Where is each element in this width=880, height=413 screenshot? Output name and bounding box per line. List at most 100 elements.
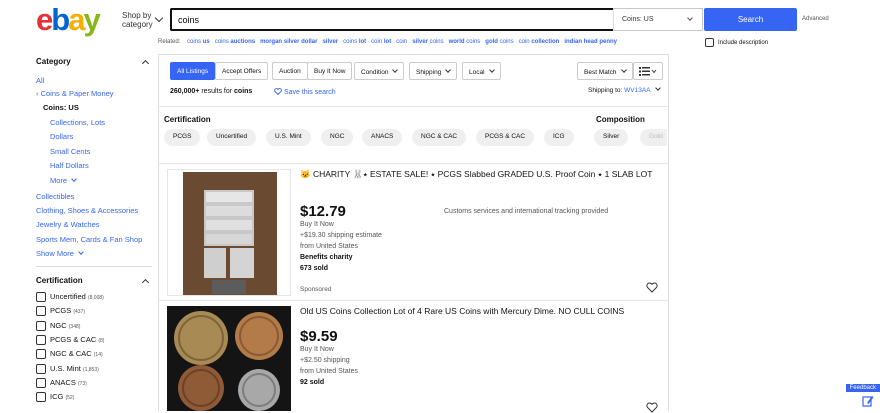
sidebar-item-sports[interactable]: Sports Mem, Cards & Fan Shop [36,235,142,244]
certification-chip[interactable]: ANACS [362,129,403,146]
ebay-logo[interactable]: ebay [36,2,101,37]
feedback-button[interactable]: Feedback [845,384,880,392]
related-search-link[interactable]: coins auctions [215,39,255,45]
related-search-link[interactable]: coin lot [371,39,391,45]
category-select-value: Coins: US [622,16,654,23]
sidebar-item-jewelry[interactable]: Jewelry & Watches [36,220,100,229]
certification-filter-item[interactable]: Uncertified (8,008) [36,292,104,303]
sidebar-subitem[interactable]: Collections, Lots [50,118,105,127]
related-search-link[interactable]: morgan silver dollar [260,39,317,45]
certification-filter-item[interactable]: NGC (348) [36,321,80,331]
related-search-link[interactable]: world coins [449,39,481,45]
category-select[interactable]: Coins: US [613,8,703,31]
certification-filter-item[interactable]: U.S. Mint (1,853) [36,364,99,374]
listing-image[interactable] [167,169,291,296]
listing-title[interactable]: 🐱 CHARITY 🐰⭑ ESTATE SALE! ⭑ PCGS Slabbed… [300,169,662,180]
related-text-bold: gold [485,39,498,45]
certification-chip[interactable]: Uncertified [207,129,257,146]
shop-by-category-button[interactable]: Shop by category [122,11,153,29]
composition-chip[interactable]: Gold [640,129,667,146]
related-text: coins [464,39,481,45]
chevron-down-icon [445,67,452,73]
certification-chip[interactable]: NGC & CAC [412,129,467,146]
sidebar-subitem[interactable]: Small Cents [50,147,90,156]
related-text-bold: indian head penny [564,39,618,45]
shop-by-label: Shop by [122,11,152,20]
chevron-down-icon [620,67,627,73]
filter-count: (14) [93,352,103,359]
certification-filter-item[interactable]: PCGS & CAC (8) [36,335,104,345]
divider [158,163,669,164]
feedback-edit-icon[interactable] [861,394,875,408]
sidebar-item-clothing[interactable]: Clothing, Shoes & Accessories [36,206,138,215]
listing-format: Buy It Now [300,346,334,353]
advanced-search-link[interactable]: Advanced [802,16,829,22]
tab-buy-it-now[interactable]: Buy It Now [307,62,353,80]
tab-accept-offers[interactable]: Accept Offers [215,62,269,80]
sidebar-more-link[interactable]: More [50,176,77,185]
logo-letter: y [83,2,100,37]
related-search-link[interactable]: coin collection [519,39,560,45]
watch-heart-icon[interactable] [646,282,658,293]
sidebar-item-all[interactable]: All [36,76,44,85]
chevron-down-icon[interactable] [154,13,164,23]
sidebar-item-coins-paper-money[interactable]: ‹ Coins & Paper Money [36,89,114,98]
certification-chip[interactable]: PCGS & CAC [476,129,535,146]
checkbox-icon[interactable] [36,292,46,303]
listing-title[interactable]: Old US Coins Collection Lot of 4 Rare US… [300,306,662,317]
certification-chip[interactable]: NGC [321,129,354,146]
checkbox-icon[interactable] [36,392,46,403]
related-text: coins [427,39,444,45]
related-search-link[interactable]: coin [396,39,407,45]
search-button[interactable]: Search [704,8,797,31]
listing-image[interactable] [167,306,291,411]
checkbox-icon[interactable] [36,363,46,374]
related-search-link[interactable]: coins lot [343,39,366,45]
collapse-caret-icon[interactable] [141,59,150,68]
listing-sold-count: 673 sold [300,265,329,272]
certification-filter-item[interactable]: ANACS (73) [36,378,87,388]
sort-dropdown[interactable]: Best Match [577,62,633,80]
tab-all-listings[interactable]: All Listings [170,62,216,80]
collapse-caret-icon[interactable] [141,278,150,287]
checkbox-icon[interactable] [36,334,46,345]
checkbox-icon[interactable] [36,349,46,360]
save-search-link[interactable]: Save this search [274,88,336,96]
sidebar-subitem[interactable]: Half Dollars [50,161,89,170]
related-search-link[interactable]: silver coins [412,39,443,45]
shipping-dropdown[interactable]: Shipping [409,62,458,80]
related-search-link[interactable]: gold coins [485,39,513,45]
watch-heart-icon[interactable] [646,402,658,413]
sidebar-item-collectibles[interactable]: Collectibles [36,192,74,201]
shipping-to-postcode[interactable]: WV13AA [624,87,650,94]
tab-auction[interactable]: Auction [272,62,308,80]
search-input[interactable] [170,8,613,31]
checkbox-icon[interactable] [705,38,714,47]
certification-filter-item[interactable]: NGC & CAC (14) [36,349,103,360]
filter-label: ICG [50,392,64,402]
view-toggle-button[interactable] [633,62,663,80]
shipping-to[interactable]: Shipping to: WV13AA [588,85,661,94]
checkbox-icon[interactable] [36,320,46,331]
condition-dropdown[interactable]: Condition [354,62,405,80]
logo-letter: a [68,2,85,37]
certification-chip[interactable]: PCGS [164,129,201,146]
related-search-link[interactable]: indian head penny [564,39,617,45]
certification-chip[interactable]: U.S. Mint [266,129,311,146]
certification-filter-item[interactable]: ICG (52) [36,392,74,403]
checkbox-icon[interactable] [36,306,46,317]
category-heading: Category [36,57,71,66]
certification-chip[interactable]: ICG [544,129,574,146]
sidebar-subitem[interactable]: Dollars [50,132,73,141]
related-search-link[interactable]: silver [322,39,338,45]
related-search-link[interactable]: coins us [187,39,210,45]
composition-chip[interactable]: Silver [594,129,629,146]
certification-filter-item[interactable]: PCGS (437) [36,306,86,317]
filter-count: (437) [73,309,86,316]
include-description-checkbox[interactable]: Include description [705,38,768,47]
filter-label: NGC & CAC [50,349,92,359]
show-more-link[interactable]: Show More [36,249,84,258]
checkbox-icon[interactable] [36,377,46,388]
local-dropdown[interactable]: Local [462,62,501,80]
related-text-bold: collection [531,39,560,45]
